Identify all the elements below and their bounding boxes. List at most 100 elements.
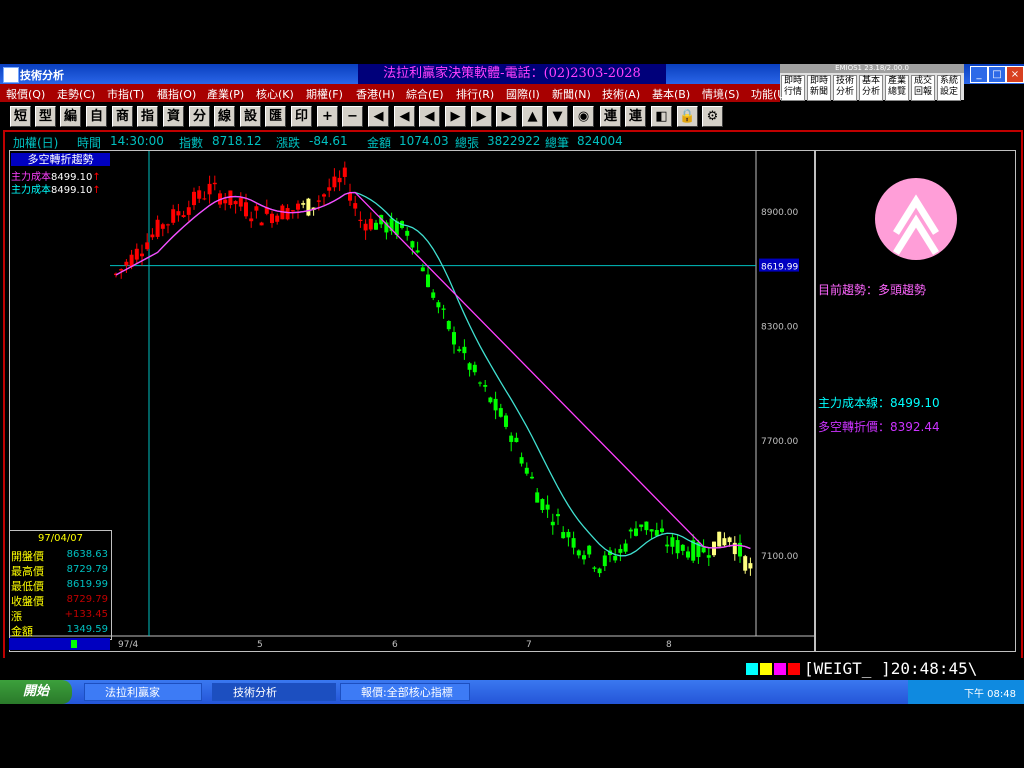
quick-button-technical[interactable]: 技術分析: [833, 75, 857, 101]
toolbar-lock-button[interactable]: 🔒: [677, 106, 698, 127]
quick-button-settings[interactable]: 系統設定: [937, 75, 961, 101]
candle-body: [644, 521, 649, 531]
candle-body: [254, 206, 259, 211]
candle-body: [566, 531, 571, 538]
toolbar-link2-button[interactable]: 連: [625, 106, 646, 127]
toolbar-up-button[interactable]: ▲: [522, 106, 543, 127]
task-technical-analysis[interactable]: 技術分析: [212, 683, 336, 701]
menu-futures[interactable]: 期權(F): [306, 86, 343, 102]
toolbar-split-button[interactable]: 分: [189, 106, 210, 127]
plot-area[interactable]: 8619.99 8900.00 8300.00 7700.00 7100.00 97/4 5…: [9, 150, 815, 652]
menu-technical[interactable]: 技術(A): [602, 86, 640, 102]
candle-body: [145, 242, 150, 250]
maximize-button[interactable]: □: [988, 66, 1006, 83]
index-value: 8718.12: [212, 134, 262, 148]
toolbar-data-button[interactable]: 資: [163, 106, 184, 127]
toolbar-short-button[interactable]: 短: [10, 106, 31, 127]
toolbar-first-button[interactable]: ◀: [368, 106, 389, 127]
toolbar-zoom-in-button[interactable]: +: [317, 106, 338, 127]
toolbar-settings-button[interactable]: 設: [240, 106, 261, 127]
task-quote-core[interactable]: 報價:全部核心指標: [340, 683, 470, 701]
candlestick-chart[interactable]: 8619.99 8900.00 8300.00 7700.00 7100.00 97/4 5…: [10, 151, 814, 651]
toolbar-tools-button[interactable]: ⚙: [702, 106, 723, 127]
menu-quote[interactable]: 報價(Q): [6, 86, 45, 102]
status-light-red: [788, 663, 800, 675]
turn-price-value: 多空轉折價：8392.44: [818, 420, 940, 434]
toolbar-export-button[interactable]: 匯: [265, 106, 286, 127]
menu-market-index[interactable]: 市指(T): [107, 86, 144, 102]
toolbar-indicator-button[interactable]: 指: [137, 106, 158, 127]
quick-panel-header: EMIOS1 23.18/2.00.0: [780, 64, 964, 73]
menu-ranking[interactable]: 排行(R): [456, 86, 494, 102]
toolbar-window-button[interactable]: ◧: [651, 106, 672, 127]
menu-hongkong[interactable]: 香港(H): [356, 86, 395, 102]
legend-title: 多空轉折趨勢: [11, 153, 110, 166]
toolbar-custom-button[interactable]: 自: [86, 106, 107, 127]
candle-body: [613, 555, 618, 561]
candle-body: [576, 550, 581, 556]
candle-body: [686, 551, 690, 558]
candle-body: [550, 521, 555, 526]
menu-basic[interactable]: 基本(B): [652, 86, 690, 102]
quick-button-realtime-news[interactable]: 即時新聞: [807, 75, 831, 101]
task-ferrari-winner[interactable]: 法拉利贏家: [84, 683, 202, 701]
toolbar-right-button[interactable]: ▶: [445, 106, 466, 127]
candle-body: [119, 269, 124, 271]
stats-label: 最低價: [11, 580, 44, 593]
toolbar-link-button[interactable]: 連: [600, 106, 621, 127]
toolbar-page-left-button[interactable]: ◀: [394, 106, 415, 127]
candle-body: [176, 211, 181, 216]
candle-body: [275, 215, 280, 222]
toolbar-print-button[interactable]: 印: [291, 106, 312, 127]
stats-value: 8729.79: [66, 594, 108, 605]
candle-body: [748, 563, 753, 569]
toolbar-zoom-out-button[interactable]: −: [342, 106, 363, 127]
menu-composite[interactable]: 綜合(E): [406, 86, 444, 102]
candle-body: [322, 194, 326, 197]
candle-body: [472, 364, 477, 373]
candle-body: [592, 567, 597, 569]
stats-label: 收盤價: [11, 595, 44, 608]
candle-body: [540, 499, 545, 510]
candle-body: [353, 203, 358, 209]
toolbar-line-button[interactable]: 線: [214, 106, 235, 127]
quick-button-trade-report[interactable]: 成交回報: [911, 75, 935, 101]
stats-value: +133.45: [64, 609, 108, 620]
toolbar-product-button[interactable]: 商: [112, 106, 133, 127]
candle-body: [171, 209, 176, 223]
trades-value: 824004: [577, 134, 623, 148]
system-tray: 下午 08:48: [908, 680, 1024, 704]
candle-body: [363, 223, 368, 231]
timeline-indicator: [71, 640, 77, 648]
close-button[interactable]: ×: [1006, 66, 1024, 83]
candle-body: [197, 190, 202, 199]
menu-function[interactable]: 功能(U): [751, 86, 790, 102]
menu-industry[interactable]: 產業(P): [207, 86, 244, 102]
candle-body: [602, 555, 607, 567]
candle-body: [675, 540, 680, 554]
candle-body: [124, 261, 129, 266]
toolbar-left-button[interactable]: ◀: [419, 106, 440, 127]
menu-core[interactable]: 核心(K): [256, 86, 294, 102]
menu-international[interactable]: 國際(I): [506, 86, 540, 102]
candle-body: [306, 198, 311, 216]
toolbar-pattern-button[interactable]: 型: [35, 106, 56, 127]
menu-trend[interactable]: 走勢(C): [57, 86, 95, 102]
start-button[interactable]: 開始: [0, 680, 72, 704]
toolbar-down-button[interactable]: ▼: [547, 106, 568, 127]
toolbar-circle-button[interactable]: ◉: [573, 106, 594, 127]
candle-body: [238, 197, 243, 207]
toolbar-edit-button[interactable]: 編: [60, 106, 81, 127]
candle-body: [545, 504, 550, 510]
candle-body: [410, 241, 415, 248]
toolbar-last-button[interactable]: ▶: [496, 106, 517, 127]
candle-body: [327, 187, 332, 191]
menu-scenario[interactable]: 情境(S): [702, 86, 740, 102]
toolbar-page-right-button[interactable]: ▶: [471, 106, 492, 127]
menu-news[interactable]: 新聞(N): [552, 86, 591, 102]
quick-button-industry[interactable]: 產業總覽: [885, 75, 909, 101]
candle-body: [483, 385, 488, 387]
minimize-button[interactable]: _: [970, 66, 988, 83]
menu-otc-index[interactable]: 櫃指(O): [157, 86, 196, 102]
quick-button-fundamental[interactable]: 基本分析: [859, 75, 883, 101]
